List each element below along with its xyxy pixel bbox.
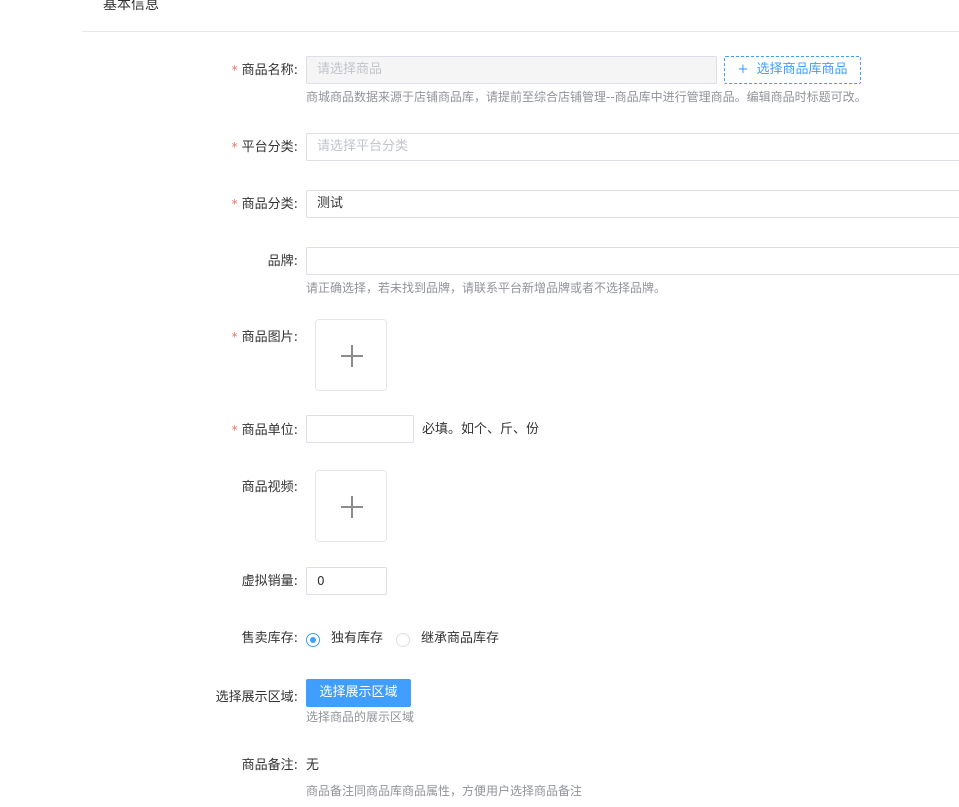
platform-category-label-text: 平台分类: bbox=[241, 140, 298, 155]
product-image-label-text: 商品图片: bbox=[241, 330, 298, 345]
section-divider bbox=[82, 31, 959, 32]
brand-label: 品牌: bbox=[267, 254, 298, 269]
select-library-product-button[interactable]: + 选择商品库商品 bbox=[724, 56, 861, 84]
platform-category-placeholder: 请选择平台分类 bbox=[317, 139, 409, 154]
section-title: 基本信息 bbox=[103, 0, 159, 13]
select-display-area-button[interactable]: 选择展示区域 bbox=[306, 679, 411, 707]
product-category-value: 测试 bbox=[317, 196, 344, 211]
product-name-label: * 商品名称: bbox=[232, 61, 298, 80]
inherit-stock-label[interactable]: 继承商品库存 bbox=[421, 630, 499, 648]
platform-category-select[interactable]: 请选择平台分类 bbox=[306, 133, 959, 161]
product-unit-input[interactable] bbox=[306, 415, 414, 443]
product-category-select[interactable]: 测试 bbox=[306, 190, 959, 218]
brand-select[interactable] bbox=[306, 247, 959, 275]
product-unit-label-text: 商品单位: bbox=[241, 423, 298, 438]
plus-icon: + bbox=[737, 62, 749, 77]
product-image-label: * 商品图片: bbox=[232, 328, 298, 347]
product-video-uploader[interactable] bbox=[315, 470, 387, 542]
required-mark: * bbox=[231, 197, 238, 211]
product-name-placeholder: 请选择商品 bbox=[317, 62, 383, 77]
exclusive-stock-label[interactable]: 独有库存 bbox=[331, 630, 383, 648]
display-area-label: 选择展示区域: bbox=[215, 690, 298, 705]
product-name-label-text: 商品名称: bbox=[241, 63, 298, 78]
product-name-hint: 商城商品数据来源于店铺商品库，请提前至综合店铺管理--商品库中进行管理商品。编辑… bbox=[306, 90, 867, 104]
product-name-input[interactable]: 请选择商品 bbox=[306, 56, 717, 84]
exclusive-stock-radio[interactable] bbox=[306, 633, 320, 647]
remark-hint: 商品备注同商品库商品属性，方便用户选择商品备注 bbox=[306, 784, 583, 798]
product-category-label-text: 商品分类: bbox=[241, 197, 298, 212]
product-unit-hint: 必填。如个、斤、份 bbox=[422, 422, 540, 437]
remark-label: 商品备注: bbox=[241, 758, 298, 773]
virtual-sales-input[interactable]: 0 bbox=[306, 567, 387, 595]
product-video-label: 商品视频: bbox=[241, 480, 298, 495]
platform-category-label: * 平台分类: bbox=[232, 138, 298, 157]
display-area-hint: 选择商品的展示区域 bbox=[306, 710, 415, 724]
sale-stock-label: 售卖库存: bbox=[241, 631, 298, 646]
select-library-product-label: 选择商品库商品 bbox=[756, 62, 848, 77]
remark-value: 无 bbox=[306, 758, 320, 773]
virtual-sales-label: 虚拟销量: bbox=[241, 574, 298, 589]
product-category-label: * 商品分类: bbox=[232, 195, 298, 214]
inherit-stock-radio[interactable] bbox=[396, 633, 410, 647]
required-mark: * bbox=[231, 140, 238, 154]
product-unit-label: * 商品单位: bbox=[232, 421, 298, 440]
plus-icon bbox=[341, 496, 363, 518]
plus-icon bbox=[341, 345, 363, 367]
required-mark: * bbox=[231, 423, 238, 437]
product-image-uploader[interactable] bbox=[315, 319, 387, 391]
required-mark: * bbox=[231, 330, 238, 344]
brand-hint: 请正确选择，若未找到品牌，请联系平台新增品牌或者不选择品牌。 bbox=[306, 281, 667, 295]
required-mark: * bbox=[231, 63, 238, 77]
